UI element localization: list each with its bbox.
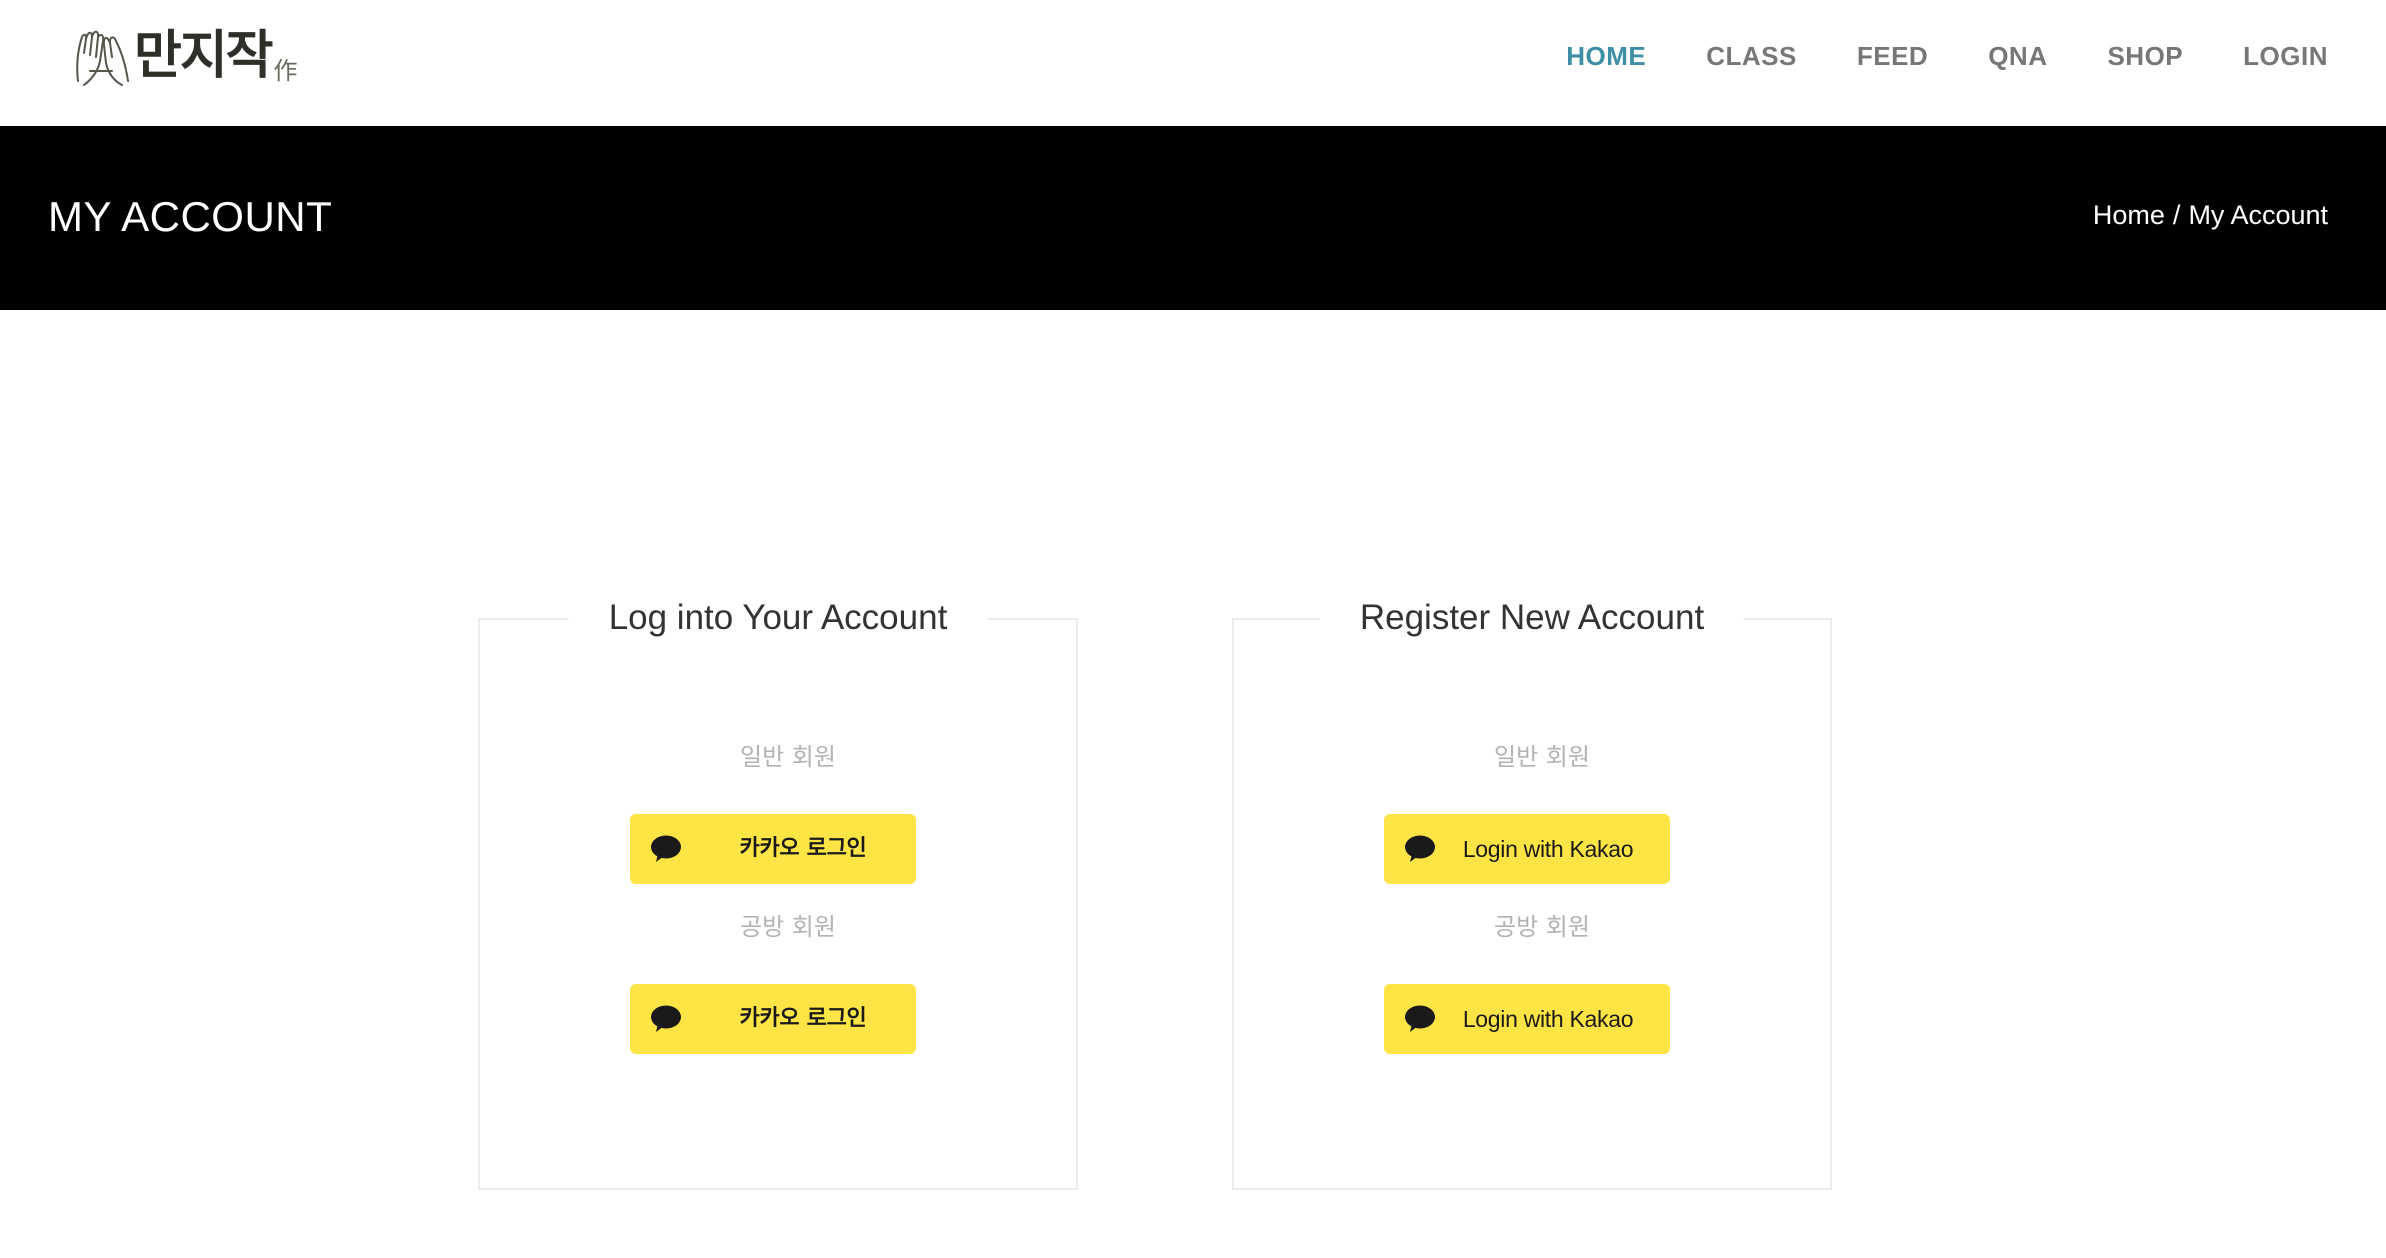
breadcrumb-current: My Account (2188, 200, 2328, 230)
nav-home[interactable]: HOME (1566, 41, 1646, 72)
general-member-label: 일반 회원 (740, 743, 836, 771)
nav-login[interactable]: LOGIN (2243, 41, 2328, 72)
kakao-register-label: Login with Kakao (1462, 1006, 1634, 1032)
kakao-register-button-workshop[interactable]: Login with Kakao (1384, 984, 1670, 1054)
kakao-login-label: 카카오 로그인 (739, 1006, 867, 1031)
kakao-login-button-workshop[interactable]: 카카오 로그인 (630, 984, 916, 1054)
speech-bubble-icon (651, 1005, 681, 1032)
kakao-login-label: 카카오 로그인 (739, 836, 867, 861)
nav-qna[interactable]: QNA (1988, 41, 2047, 72)
nav-shop[interactable]: SHOP (2107, 41, 2183, 72)
breadcrumb-home-link[interactable]: Home (2093, 200, 2165, 230)
breadcrumb: Home / My Account (2093, 200, 2328, 231)
kakao-register-label: Login with Kakao (1462, 836, 1634, 862)
hands-logo-icon (76, 30, 129, 86)
breadcrumb-separator: / (2172, 200, 2181, 230)
site-logo[interactable]: 만지작 作 (72, 18, 298, 94)
logo-subtext: 作 (273, 57, 298, 85)
page-title: MY ACCOUNT (48, 193, 333, 240)
register-panel-title: Register New Account (1319, 594, 1745, 642)
workshop-member-label: 공방 회원 (1494, 913, 1590, 941)
nav-feed[interactable]: FEED (1857, 41, 1928, 72)
general-member-label: 일반 회원 (1494, 743, 1590, 771)
logo-text: 만지작 (134, 26, 274, 86)
main-nav: HOME CLASS FEED QNA SHOP LOGIN (1506, 36, 2328, 76)
kakao-register-button-general[interactable]: Login with Kakao (1384, 814, 1670, 884)
workshop-member-label: 공방 회원 (740, 913, 836, 941)
kakao-login-button-general[interactable]: 카카오 로그인 (630, 814, 916, 884)
page-title-banner: MY ACCOUNT Home / My Account (0, 126, 2386, 310)
register-panel: Register New Account 일반 회원 Login with Ka… (1232, 594, 1832, 1190)
login-panel-title: Log into Your Account (568, 594, 988, 642)
login-panel: Log into Your Account 일반 회원 카카오 로그인 공방 회… (478, 594, 1078, 1190)
nav-class[interactable]: CLASS (1706, 41, 1797, 72)
speech-bubble-icon (651, 835, 681, 862)
site-header: 만지작 作 HOME CLASS FEED QNA SHOP LOGIN (0, 0, 2386, 126)
